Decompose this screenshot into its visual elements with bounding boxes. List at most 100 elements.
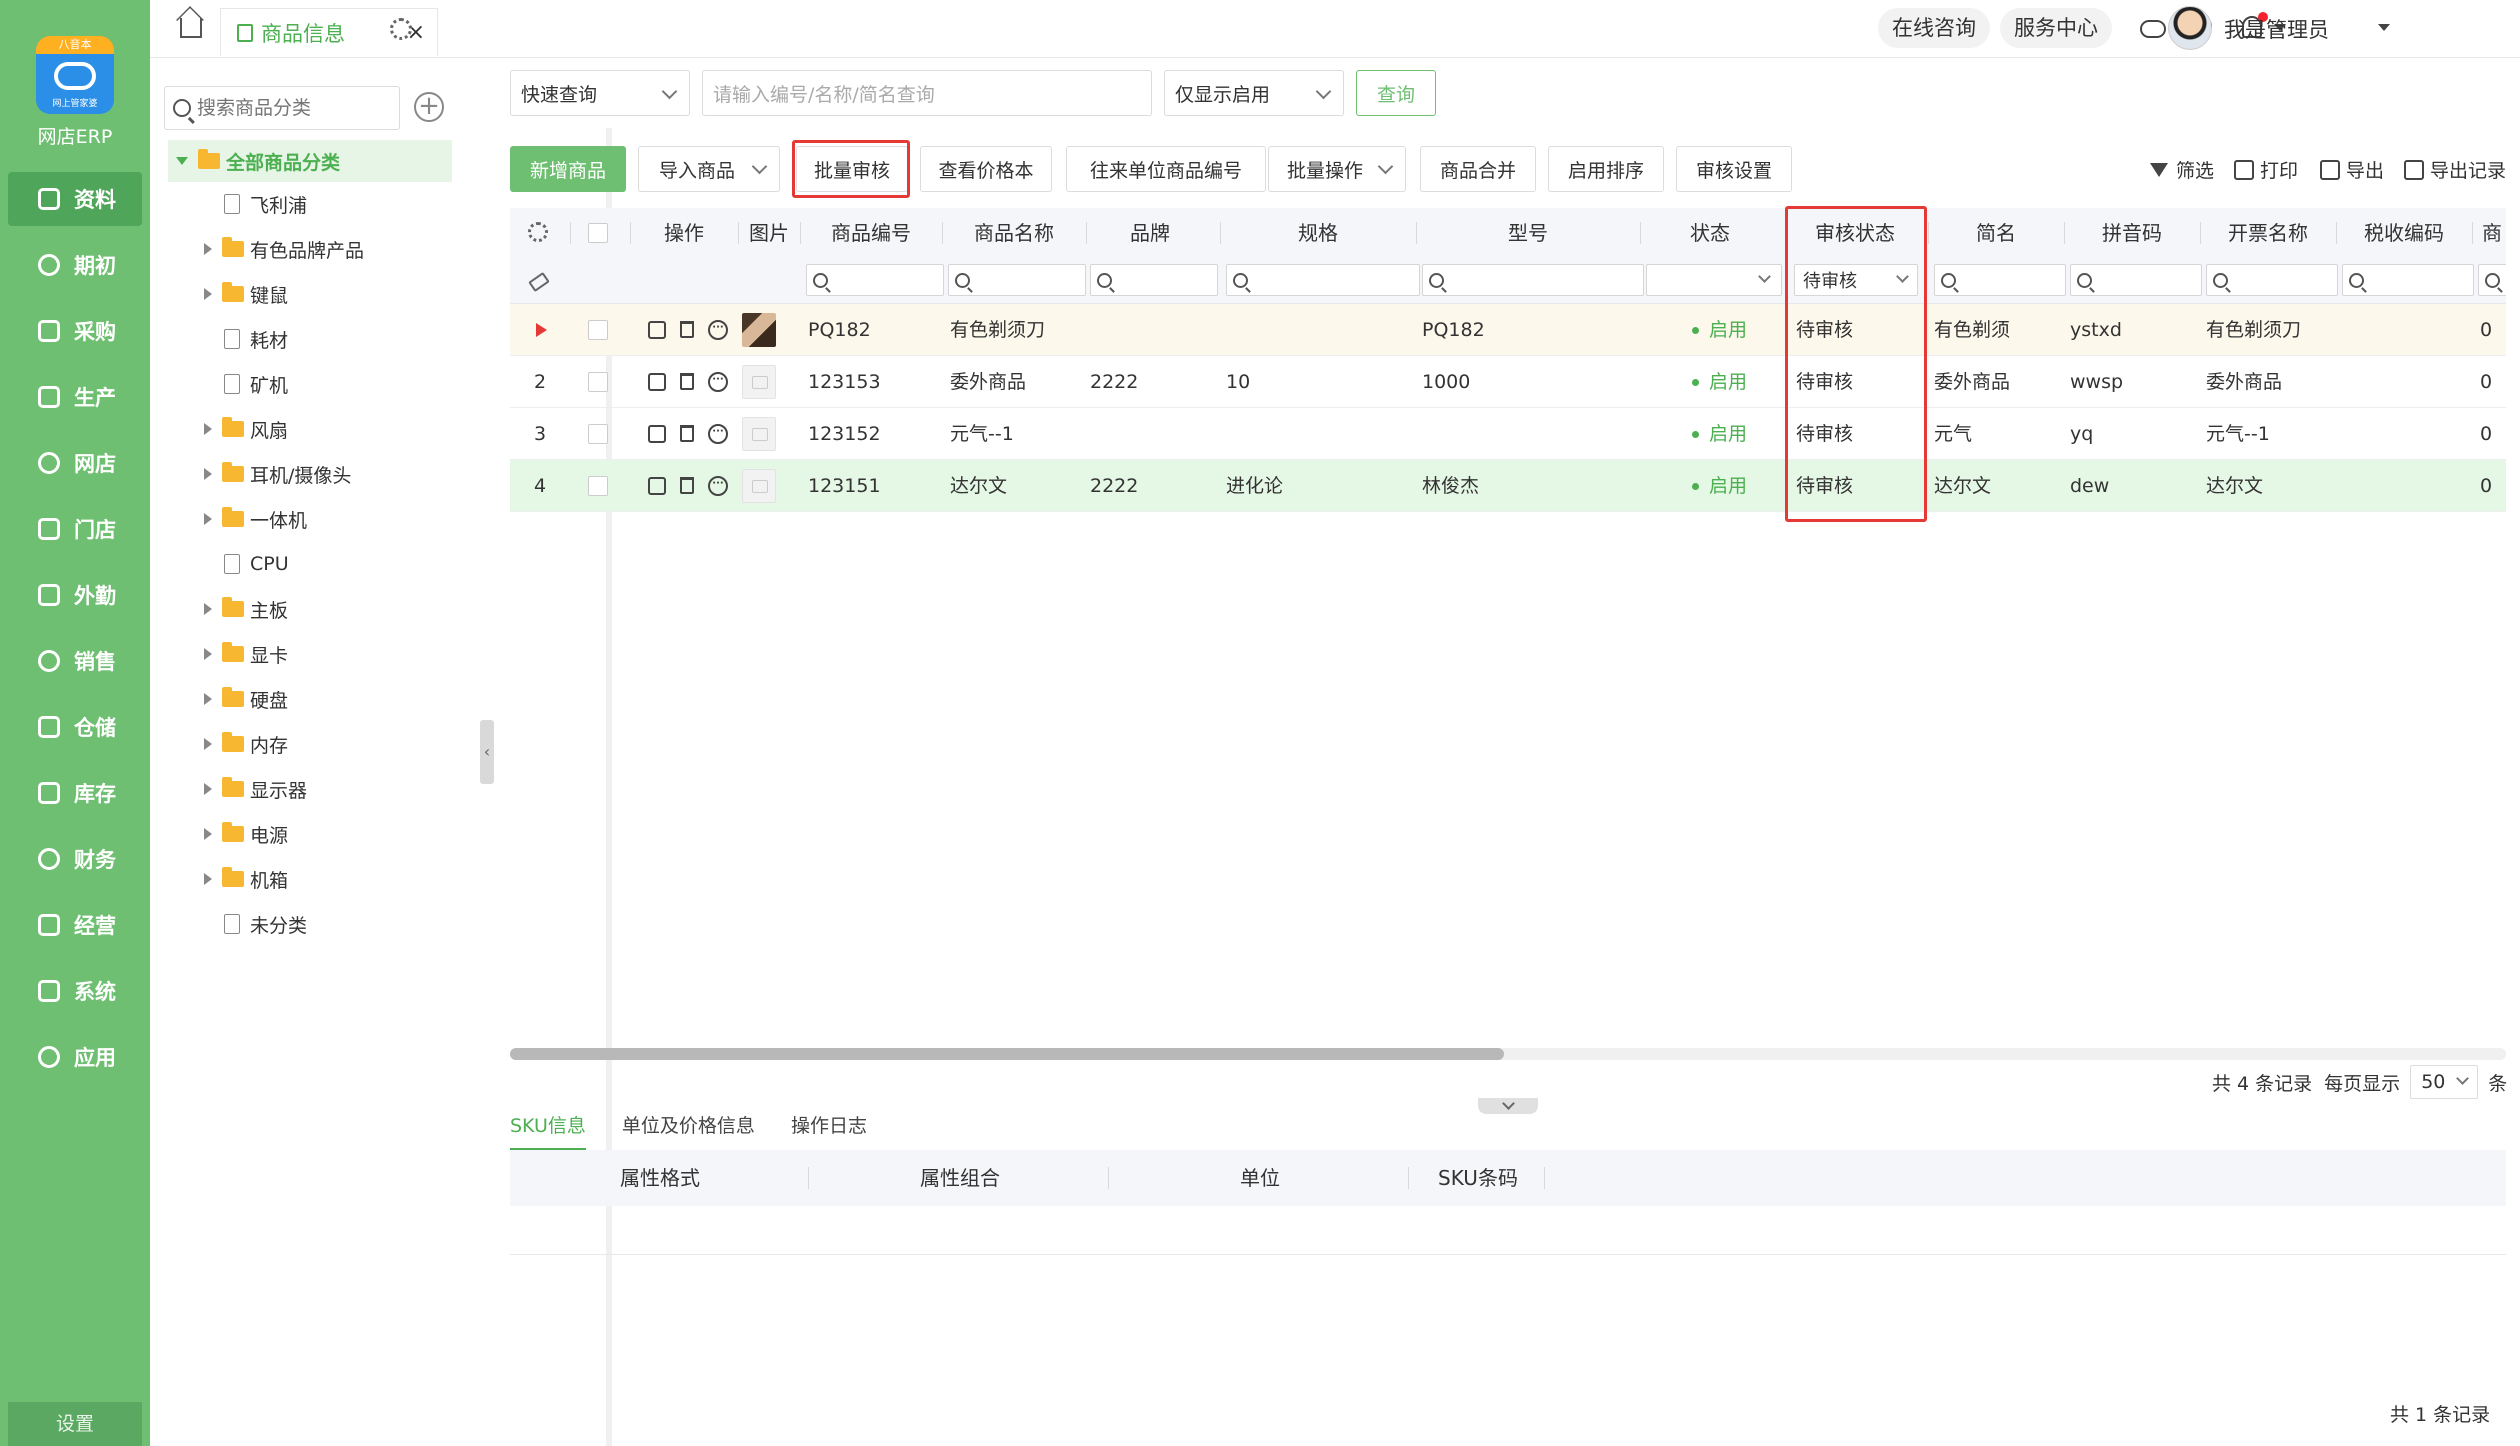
- more-icon[interactable]: ···: [708, 372, 728, 392]
- more-icon[interactable]: ···: [708, 476, 728, 496]
- nav-item-4[interactable]: 网店: [8, 436, 142, 490]
- category-item[interactable]: 风扇: [204, 409, 288, 449]
- col-code[interactable]: 商品编号: [800, 208, 942, 258]
- filter-status-select[interactable]: [1646, 264, 1782, 296]
- cloud-download-icon[interactable]: [2140, 20, 2166, 38]
- nav-item-5[interactable]: 门店: [8, 502, 142, 556]
- export-action[interactable]: 导出: [2320, 156, 2384, 183]
- nav-item-6[interactable]: 外勤: [8, 568, 142, 622]
- nav-item-13[interactable]: 应用: [8, 1030, 142, 1084]
- table-row[interactable]: 4 ··· 123151 达尔文 2222 进化论 林俊杰 待审核 达尔文 dew 达尔文 启用 0: [510, 460, 2506, 512]
- filter-action[interactable]: 筛选: [2150, 156, 2214, 183]
- category-search-input[interactable]: [197, 97, 387, 119]
- select-all-checkbox[interactable]: [588, 223, 608, 243]
- table-row[interactable]: 2 ··· 123153 委外商品 2222 10 1000 待审核 委外商品 wwsp 委外商品 启…: [510, 356, 2506, 408]
- category-item[interactable]: 耳机/摄像头: [204, 454, 351, 494]
- expand-arrow-icon[interactable]: [204, 783, 212, 795]
- category-item[interactable]: 硬盘: [204, 679, 288, 719]
- nav-item-8[interactable]: 仓储: [8, 700, 142, 754]
- product-image-thumbnail[interactable]: [742, 469, 776, 503]
- expand-arrow-icon[interactable]: [204, 693, 212, 705]
- user-name[interactable]: 我是管理员: [2224, 14, 2329, 44]
- add-category-button[interactable]: +: [414, 92, 444, 122]
- trash-icon[interactable]: [680, 321, 694, 338]
- nav-item-11[interactable]: 经营: [8, 898, 142, 952]
- col-pinyin[interactable]: 拼音码: [2064, 208, 2200, 258]
- expand-arrow-icon[interactable]: [204, 738, 212, 750]
- filter-more[interactable]: [2478, 264, 2506, 296]
- filter-invoice-name[interactable]: [2206, 264, 2338, 296]
- column-settings-gear-icon[interactable]: [528, 222, 548, 242]
- service-center-button[interactable]: 服务中心: [2000, 8, 2112, 48]
- filter-pinyin[interactable]: [2070, 264, 2202, 296]
- batch-audit-button[interactable]: 批量审核: [796, 146, 908, 192]
- col-short-name[interactable]: 简名: [1928, 208, 2064, 258]
- avatar[interactable]: [2168, 6, 2212, 50]
- filter-name[interactable]: [948, 264, 1086, 296]
- keyword-search-input[interactable]: 请输入编号/名称/简名查询: [702, 70, 1152, 116]
- clear-filter-eraser-icon[interactable]: [528, 271, 550, 293]
- online-consult-button[interactable]: 在线咨询: [1878, 8, 1990, 48]
- edit-icon[interactable]: [648, 477, 666, 495]
- horizontal-scrollbar[interactable]: [510, 1048, 2506, 1060]
- edit-icon[interactable]: [648, 425, 666, 443]
- expand-arrow-icon[interactable]: [204, 243, 212, 255]
- row-checkbox[interactable]: [588, 424, 608, 444]
- nav-item-3[interactable]: 生产: [8, 370, 142, 424]
- category-item[interactable]: 耗材: [224, 319, 288, 359]
- query-mode-select[interactable]: 快速查询: [510, 70, 690, 116]
- col-invoice-name[interactable]: 开票名称: [2200, 208, 2336, 258]
- col-spec[interactable]: 规格: [1220, 208, 1416, 258]
- enabled-filter-select[interactable]: 仅显示启用: [1164, 70, 1344, 116]
- expand-arrow-icon[interactable]: [176, 157, 188, 165]
- tab-sku-info[interactable]: SKU信息: [510, 1110, 586, 1150]
- product-image-thumbnail[interactable]: [742, 313, 776, 347]
- scrollbar-thumb[interactable]: [510, 1048, 1504, 1060]
- category-item[interactable]: 一体机: [204, 499, 307, 539]
- category-item[interactable]: 矿机: [224, 364, 288, 404]
- expand-arrow-icon[interactable]: [204, 828, 212, 840]
- filter-audit-select[interactable]: 待审核: [1794, 264, 1918, 296]
- tab-operation-log[interactable]: 操作日志: [791, 1110, 867, 1150]
- nav-item-0[interactable]: 资料: [8, 172, 142, 226]
- col-model[interactable]: 型号: [1416, 208, 1640, 258]
- expand-arrow-icon[interactable]: [204, 603, 212, 615]
- category-item[interactable]: 键鼠: [204, 274, 288, 314]
- nav-item-12[interactable]: 系统: [8, 964, 142, 1018]
- col-brand[interactable]: 品牌: [1086, 208, 1214, 258]
- category-item[interactable]: 电源: [204, 814, 288, 854]
- product-image-thumbnail[interactable]: [742, 417, 776, 451]
- product-image-thumbnail[interactable]: [742, 365, 776, 399]
- edit-icon[interactable]: [648, 321, 666, 339]
- panel-collapse-handle[interactable]: ‹: [480, 720, 494, 784]
- row-checkbox[interactable]: [588, 372, 608, 392]
- category-item[interactable]: 显卡: [204, 634, 288, 674]
- expand-arrow-icon[interactable]: [204, 513, 212, 525]
- filter-spec[interactable]: [1226, 264, 1420, 296]
- nav-item-1[interactable]: 期初: [8, 238, 142, 292]
- category-item[interactable]: CPU: [224, 544, 289, 584]
- tab-unit-price[interactable]: 单位及价格信息: [622, 1110, 755, 1150]
- more-icon[interactable]: ···: [708, 320, 728, 340]
- row-checkbox[interactable]: [588, 320, 608, 340]
- enable-sort-button[interactable]: 启用排序: [1548, 146, 1664, 192]
- per-page-select[interactable]: 50: [2410, 1065, 2479, 1099]
- category-item[interactable]: 内存: [204, 724, 288, 764]
- category-item[interactable]: 机箱: [204, 859, 288, 899]
- filter-tax-code[interactable]: [2342, 264, 2474, 296]
- col-status[interactable]: 状态: [1640, 208, 1780, 258]
- filter-model[interactable]: [1422, 264, 1644, 296]
- expand-arrow-icon[interactable]: [204, 423, 212, 435]
- table-row[interactable]: ··· PQ182 有色剃须刀 PQ182 待审核 有色剃须 ystxd 有色剃须刀 启用 0: [510, 304, 2506, 356]
- trash-icon[interactable]: [680, 477, 694, 494]
- settings-button[interactable]: 设置: [8, 1402, 142, 1446]
- filter-short-name[interactable]: [1934, 264, 2066, 296]
- audit-settings-button[interactable]: 审核设置: [1676, 146, 1792, 192]
- row-checkbox[interactable]: [588, 476, 608, 496]
- category-item[interactable]: 飞利浦: [224, 184, 307, 224]
- category-search-box[interactable]: [164, 86, 400, 130]
- col-tax-code[interactable]: 税收编码: [2336, 208, 2472, 258]
- filter-code[interactable]: [806, 264, 944, 296]
- table-row[interactable]: 3 ··· 123152 元气--1 待审核 元气 yq 元气--1 启用 0: [510, 408, 2506, 460]
- tree-root-all[interactable]: 全部商品分类: [168, 140, 452, 182]
